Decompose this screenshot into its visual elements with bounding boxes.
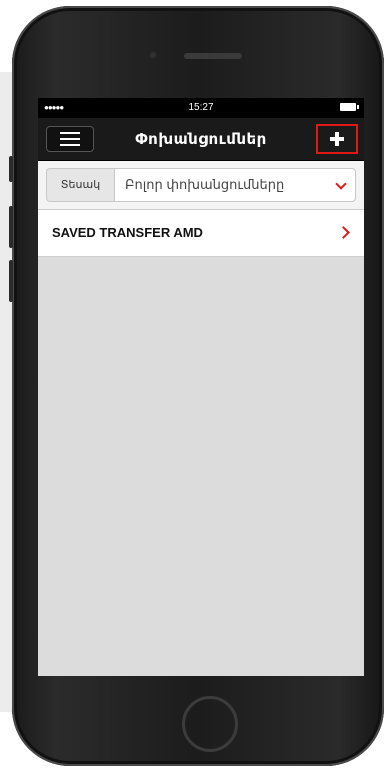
- status-bar: ●●●●● 15:27: [38, 98, 364, 118]
- volume-down-button: [9, 260, 13, 302]
- volume-up-button: [9, 206, 13, 248]
- nav-bar: Փոխանցումներ: [38, 118, 364, 161]
- app-screen: ●●●●● 15:27 Փոխանցումներ Տեսակ Բոլոր փոխ…: [38, 98, 364, 676]
- hamburger-menu-icon: [60, 144, 80, 146]
- filter-type-label: Տեսակ: [46, 168, 114, 202]
- chevron-down-icon: [335, 178, 347, 190]
- transfer-name: SAVED TRANSFER AMD: [52, 225, 203, 240]
- filter-selected-value: Բոլոր փոխանցումները: [125, 177, 285, 192]
- list-item[interactable]: SAVED TRANSFER AMD: [38, 210, 364, 257]
- front-camera: [148, 50, 158, 60]
- home-button[interactable]: [182, 696, 238, 752]
- mute-switch: [9, 156, 13, 182]
- filter-bar: Տեսակ Բոլոր փոխանցումները: [38, 161, 364, 210]
- add-transfer-button[interactable]: [316, 124, 358, 154]
- menu-button[interactable]: [46, 126, 94, 152]
- hamburger-menu-icon: [60, 138, 80, 140]
- earpiece-speaker: [184, 53, 242, 59]
- chevron-right-icon: [337, 226, 350, 239]
- battery-icon: [340, 103, 359, 111]
- transfer-type-select[interactable]: Բոլոր փոխանցումները: [114, 168, 356, 202]
- status-time: 15:27: [188, 102, 214, 113]
- page-title: Փոխանցումներ: [135, 131, 267, 148]
- hamburger-menu-icon: [60, 132, 80, 134]
- plus-icon: [330, 132, 344, 146]
- screenshot-stage: ●●●●● 15:27 Փոխանցումներ Տեսակ Բոլոր փոխ…: [0, 0, 385, 771]
